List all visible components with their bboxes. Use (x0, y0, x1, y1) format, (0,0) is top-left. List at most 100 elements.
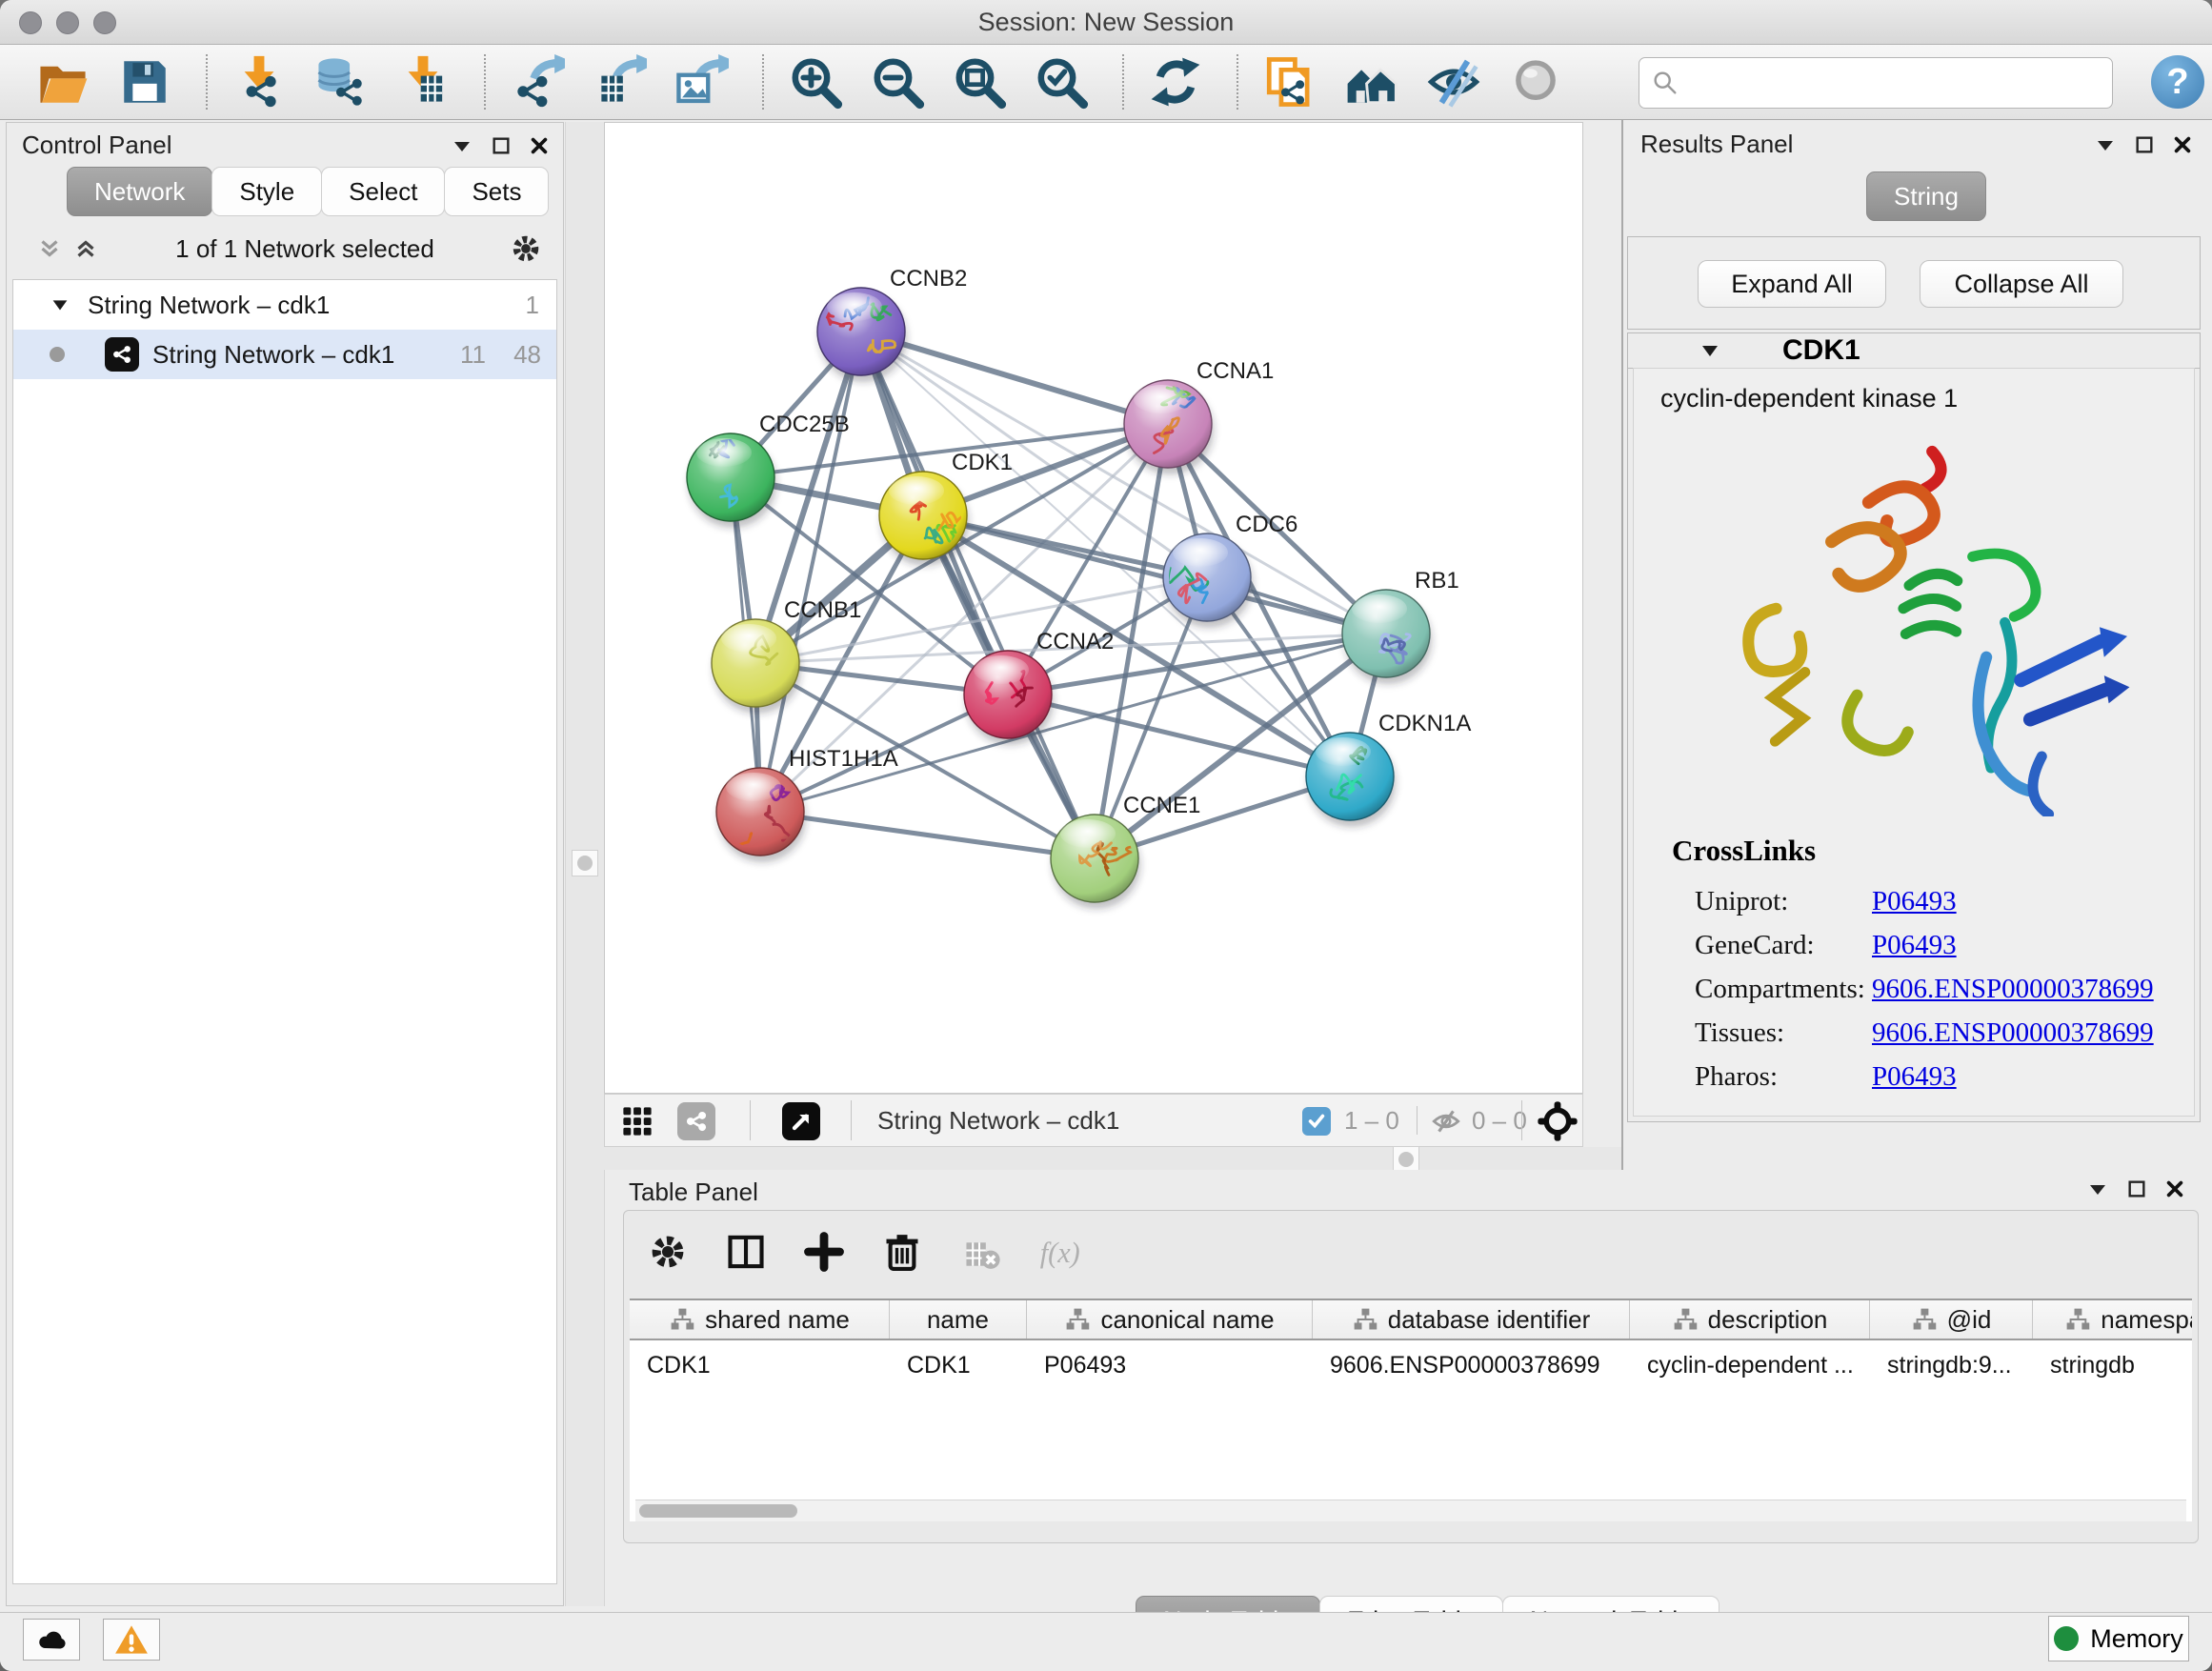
memory-button[interactable]: Memory (2048, 1616, 2189, 1661)
left-splitter-handle[interactable] (572, 850, 598, 876)
zoom-fit-button[interactable] (951, 53, 1008, 111)
crosslink-label: Uniprot: (1672, 886, 1872, 917)
network-from-document-button[interactable] (1261, 53, 1318, 111)
export-network-button[interactable] (509, 53, 566, 111)
table-cell[interactable]: cyclin-dependent ... (1630, 1352, 1870, 1379)
close-panel-icon[interactable] (529, 135, 550, 156)
hierarchy-icon (1911, 1306, 1938, 1333)
hidden-eye-icon[interactable] (1430, 1105, 1462, 1137)
open-icon (35, 54, 90, 110)
column-header-namespace[interactable]: namespace (2033, 1300, 2192, 1339)
table-cell[interactable]: stringdb:9... (1870, 1352, 2033, 1379)
left-splitter[interactable] (565, 122, 605, 1606)
node-label: CCNE1 (1123, 793, 1200, 818)
gear-icon[interactable] (647, 1231, 689, 1273)
crosslink-link[interactable]: P06493 (1872, 930, 1957, 961)
split-columns-icon[interactable] (725, 1231, 767, 1273)
toolbar-separator (484, 54, 486, 110)
warnings-button[interactable] (103, 1619, 160, 1661)
crosslink-link[interactable]: P06493 (1872, 886, 1957, 917)
node-table[interactable]: shared namenamecanonical namedatabase id… (630, 1299, 2192, 1521)
search-input[interactable] (1689, 62, 2102, 104)
zoom-selected-button[interactable] (1033, 53, 1090, 111)
table-horizontal-scrollbar[interactable] (635, 1500, 2186, 1521)
collapse-all-icon[interactable] (35, 234, 64, 263)
trash-icon[interactable] (881, 1231, 923, 1273)
import-database-button[interactable] (312, 53, 370, 111)
network-options-gear-icon[interactable] (510, 232, 542, 265)
table-splitter-handle[interactable] (1393, 1146, 1419, 1173)
column-header-name[interactable]: name (890, 1300, 1027, 1339)
apply-layout-button[interactable] (1147, 53, 1204, 111)
column-header-canonical-name[interactable]: canonical name (1027, 1300, 1313, 1339)
float-panel-icon[interactable] (2126, 1178, 2147, 1199)
column-header-database-identifier[interactable]: database identifier (1313, 1300, 1630, 1339)
column-header-@id[interactable]: @id (1870, 1300, 2033, 1339)
zoom-out-button[interactable] (869, 53, 926, 111)
table-cell[interactable]: stringdb (2033, 1352, 2192, 1379)
crosslink-link[interactable]: 9606.ENSP00000378699 (1872, 1017, 2154, 1049)
collection-expander-icon[interactable] (50, 294, 70, 315)
open-in-window-icon[interactable] (782, 1102, 820, 1140)
table-cell[interactable]: CDK1 (890, 1352, 1027, 1379)
selected-checkbox-icon[interactable] (1302, 1107, 1331, 1136)
add-icon[interactable] (803, 1231, 845, 1273)
save-session-button[interactable] (116, 53, 173, 111)
table-cell[interactable]: CDK1 (630, 1352, 890, 1379)
panel-menu-icon[interactable] (451, 134, 473, 157)
column-header-description[interactable]: description (1630, 1300, 1870, 1339)
import-network-button[interactable] (231, 53, 288, 111)
export-table-button[interactable] (591, 53, 648, 111)
show-hidden-button[interactable] (1507, 53, 1564, 111)
tab-string[interactable]: String (1866, 171, 1986, 221)
hide-elements-button[interactable] (1425, 53, 1482, 111)
network-edge (923, 515, 1386, 634)
results-panel: Results Panel String Expand All Collapse… (1621, 120, 2212, 1170)
share-view-icon[interactable] (677, 1102, 715, 1140)
fit-selected-crosshair-icon[interactable] (1537, 1100, 1579, 1142)
collection-count: 1 (526, 291, 539, 320)
scrollbar-thumb[interactable] (639, 1504, 797, 1518)
tab-style[interactable]: Style (211, 167, 322, 216)
network-node-CCNB1: CCNB1 (712, 597, 861, 714)
network-node-CCNB2: CCNB2 (817, 266, 967, 382)
network-collection-row[interactable]: String Network – cdk1 1 (13, 280, 556, 330)
cloud-button[interactable] (23, 1619, 80, 1661)
tab-network[interactable]: Network (67, 167, 212, 216)
column-header-shared-name[interactable]: shared name (630, 1300, 890, 1339)
crosslink-link[interactable]: 9606.ENSP00000378699 (1872, 974, 2154, 1005)
memory-label: Memory (2090, 1624, 2183, 1654)
table-cell[interactable]: 9606.ENSP00000378699 (1313, 1352, 1630, 1379)
import-table-button[interactable] (394, 53, 452, 111)
network-row[interactable]: String Network – cdk1 11 48 (13, 330, 556, 379)
string-home-button[interactable] (1343, 53, 1400, 111)
grid-view-icon[interactable] (620, 1104, 654, 1138)
network-canvas[interactable]: CCNB2 CCNA1 CDC25B CDK1 CDC6 RB1 CCNB1 C… (604, 122, 1583, 1094)
refresh-icon (1148, 54, 1203, 110)
table-row[interactable]: CDK1CDK1P064939606.ENSP00000378699cyclin… (630, 1340, 2192, 1390)
close-panel-icon[interactable] (2164, 1178, 2185, 1199)
toolbar-separator (1122, 54, 1124, 110)
open-session-button[interactable] (34, 53, 91, 111)
collapse-all-button[interactable]: Collapse All (1920, 260, 2123, 308)
export-image-button[interactable] (673, 53, 730, 111)
clear-table-icon[interactable] (959, 1231, 1001, 1273)
panel-menu-icon[interactable] (2086, 1178, 2109, 1200)
panel-menu-icon[interactable] (2094, 133, 2117, 156)
close-panel-icon[interactable] (2172, 134, 2193, 155)
gene-section-header[interactable]: CDK1 (1628, 333, 2200, 369)
float-panel-icon[interactable] (491, 135, 512, 156)
help-button[interactable]: ? (2151, 55, 2204, 109)
zoom-in-button[interactable] (787, 53, 844, 111)
function-icon[interactable]: f(x) (1037, 1231, 1079, 1273)
crosslink-link[interactable]: P06493 (1872, 1061, 1957, 1093)
network-edge (861, 332, 1095, 858)
tab-select[interactable]: Select (321, 167, 445, 216)
gene-expander-icon[interactable] (1699, 339, 1721, 362)
tab-sets[interactable]: Sets (444, 167, 549, 216)
expand-all-icon[interactable] (71, 234, 100, 263)
table-cell[interactable]: P06493 (1027, 1352, 1313, 1379)
expand-all-button[interactable]: Expand All (1698, 260, 1886, 308)
network-tree: String Network – cdk1 1 String Network –… (12, 279, 557, 1584)
float-panel-icon[interactable] (2134, 134, 2155, 155)
